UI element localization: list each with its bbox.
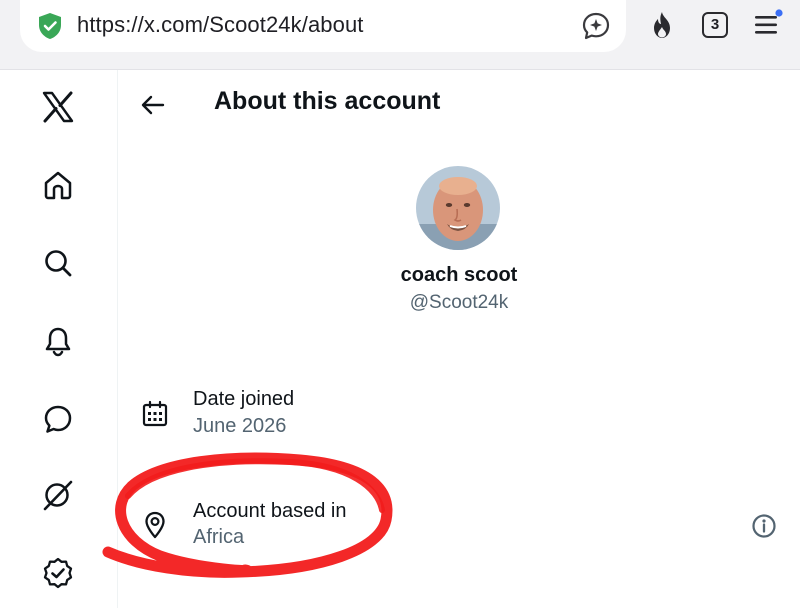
page-title: About this account [214, 87, 441, 115]
profile-avatar[interactable] [416, 166, 500, 250]
location-pin-icon [145, 511, 165, 539]
back-arrow-icon[interactable] [138, 90, 168, 120]
home-icon[interactable] [39, 166, 77, 204]
sparkle-chat-icon[interactable] [580, 10, 612, 42]
date-joined-value: June 2026 [193, 415, 287, 437]
account-based-in-label: Account based in [193, 500, 347, 522]
address-bar[interactable]: https://x.com/Scoot24k/about [20, 0, 626, 52]
user-handle: @Scoot24k [409, 292, 509, 313]
tab-count-button[interactable]: 3 [702, 12, 728, 38]
shield-check-icon[interactable] [35, 11, 65, 41]
grok-icon[interactable] [39, 476, 77, 514]
bell-icon[interactable] [39, 322, 77, 360]
calendar-icon [142, 400, 168, 427]
date-joined-label: Date joined [193, 388, 295, 410]
x-logo-icon[interactable] [39, 88, 77, 126]
browser-toolbar: https://x.com/Scoot24k/about 3 [0, 0, 800, 70]
search-icon[interactable] [39, 244, 77, 282]
url-text[interactable]: https://x.com/Scoot24k/about [77, 12, 364, 38]
account-based-in-value: Africa [193, 526, 245, 548]
sidebar-nav [0, 70, 118, 608]
message-bubble-icon[interactable] [39, 400, 77, 438]
flame-icon[interactable] [648, 10, 676, 40]
hamburger-menu-icon[interactable] [752, 8, 784, 40]
notification-dot [775, 9, 783, 17]
verified-badge-icon[interactable] [39, 554, 77, 592]
info-circle-icon[interactable] [750, 512, 778, 540]
display-name: coach scoot [400, 264, 518, 286]
main-content: About this account coach scoot @Scoot24k… [118, 70, 800, 608]
